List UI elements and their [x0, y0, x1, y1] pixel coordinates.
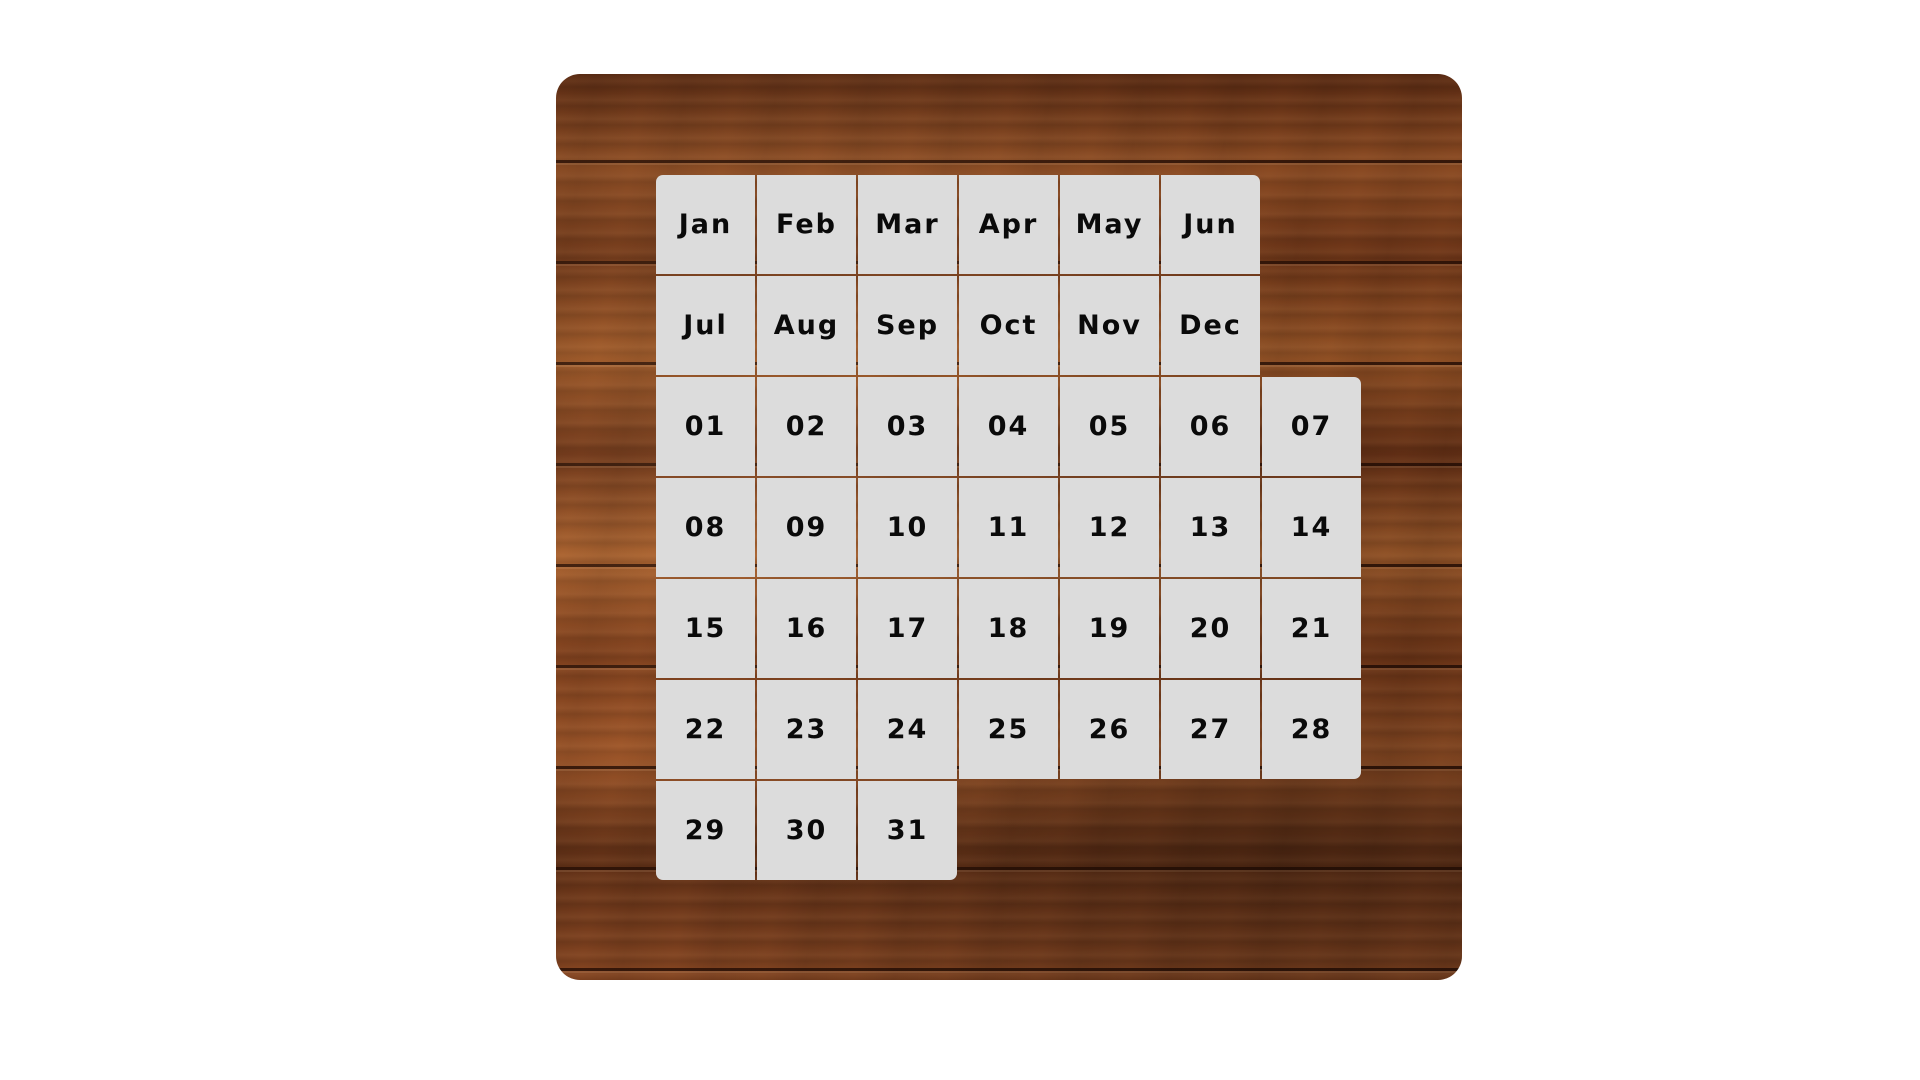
day-cell[interactable]: 24: [858, 680, 957, 779]
month-cell[interactable]: Dec: [1161, 276, 1260, 375]
day-cell[interactable]: 07: [1262, 377, 1361, 476]
day-cell[interactable]: 15: [656, 579, 755, 678]
day-cell[interactable]: 16: [757, 579, 856, 678]
day-cell[interactable]: 13: [1161, 478, 1260, 577]
month-cell[interactable]: Oct: [959, 276, 1058, 375]
month-cell[interactable]: Mar: [858, 175, 957, 274]
day-cell[interactable]: 10: [858, 478, 957, 577]
month-cell[interactable]: Nov: [1060, 276, 1159, 375]
day-cell[interactable]: 17: [858, 579, 957, 678]
month-cell[interactable]: Jan: [656, 175, 755, 274]
day-cell[interactable]: 03: [858, 377, 957, 476]
calendar-puzzle-board: Jan Feb Mar Apr May Jun Jul Aug Sep Oct Nov Dec 01 02…: [556, 74, 1462, 980]
day-cell[interactable]: 26: [1060, 680, 1159, 779]
day-cell[interactable]: 09: [757, 478, 856, 577]
month-cell[interactable]: Sep: [858, 276, 957, 375]
day-cell[interactable]: 27: [1161, 680, 1260, 779]
day-cell[interactable]: 21: [1262, 579, 1361, 678]
day-cell[interactable]: 11: [959, 478, 1058, 577]
date-grid: Jan Feb Mar Apr May Jun Jul Aug Sep Oct Nov Dec 01 02…: [656, 175, 1362, 881]
month-cell[interactable]: Jun: [1161, 175, 1260, 274]
day-cell[interactable]: 20: [1161, 579, 1260, 678]
month-cell[interactable]: Apr: [959, 175, 1058, 274]
month-cell[interactable]: Feb: [757, 175, 856, 274]
day-cell[interactable]: 05: [1060, 377, 1159, 476]
day-cell[interactable]: 30: [757, 781, 856, 880]
day-cell[interactable]: 28: [1262, 680, 1361, 779]
day-cell[interactable]: 02: [757, 377, 856, 476]
day-cell[interactable]: 29: [656, 781, 755, 880]
day-cell[interactable]: 25: [959, 680, 1058, 779]
day-cell[interactable]: 23: [757, 680, 856, 779]
month-cell[interactable]: May: [1060, 175, 1159, 274]
day-cell[interactable]: 22: [656, 680, 755, 779]
day-cell[interactable]: 04: [959, 377, 1058, 476]
day-cell[interactable]: 31: [858, 781, 957, 880]
day-cell[interactable]: 12: [1060, 478, 1159, 577]
month-cell[interactable]: Jul: [656, 276, 755, 375]
day-cell[interactable]: 01: [656, 377, 755, 476]
day-cell[interactable]: 18: [959, 579, 1058, 678]
month-cell[interactable]: Aug: [757, 276, 856, 375]
day-cell[interactable]: 06: [1161, 377, 1260, 476]
day-cell[interactable]: 08: [656, 478, 755, 577]
day-cell[interactable]: 14: [1262, 478, 1361, 577]
day-cell[interactable]: 19: [1060, 579, 1159, 678]
